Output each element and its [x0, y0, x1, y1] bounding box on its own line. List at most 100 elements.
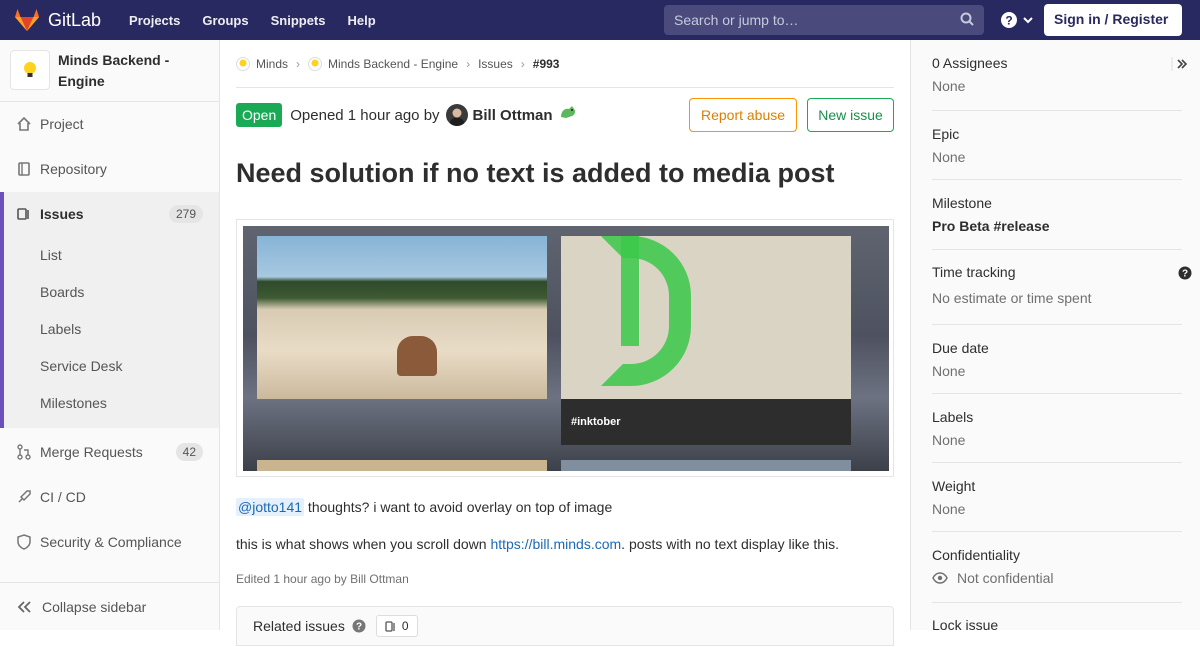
sidebar-item-label: CI / CD — [40, 489, 86, 505]
sidebar-item-ci-cd[interactable]: CI / CD — [0, 475, 219, 519]
assignees-block: 0 Assignees None — [932, 55, 1188, 111]
confidentiality-block: Confidentiality Not confidential — [932, 547, 1182, 603]
sidebar-subitem-boards[interactable]: Boards — [4, 273, 219, 310]
sidebar-subitem-milestones[interactable]: Milestones — [4, 384, 219, 421]
sidebar-item-label: Repository — [40, 161, 107, 177]
status-badge: Open — [236, 103, 283, 127]
eye-icon — [932, 572, 948, 584]
time-tracking-block: Time tracking No estimate or time spent … — [932, 264, 1192, 325]
report-abuse-button[interactable]: Report abuse — [689, 98, 797, 132]
gitlab-fox-icon — [15, 9, 39, 31]
question-icon[interactable]: ? — [352, 619, 366, 633]
breadcrumb: Minds › Minds Backend - Engine › Issues … — [236, 40, 894, 88]
new-issue-button[interactable]: New issue — [807, 98, 894, 132]
project-avatar-icon — [308, 56, 323, 71]
dragon-icon — [560, 106, 575, 118]
project-header[interactable]: Minds Backend - Engine — [0, 40, 219, 102]
sidebar-item-label: Security & Compliance — [40, 534, 182, 550]
breadcrumb-project[interactable]: Minds Backend - Engine — [328, 57, 458, 71]
nav-projects[interactable]: Projects — [129, 13, 180, 28]
attached-screenshot[interactable]: #inktober — [236, 219, 894, 477]
book-icon — [18, 162, 30, 176]
nav-help[interactable]: Help — [348, 13, 376, 28]
top-navbar: GitLab Projects Groups Snippets Help Sea… — [0, 0, 1200, 40]
author-avatar[interactable] — [445, 104, 468, 126]
sketch-photo — [561, 236, 851, 409]
sidebar-subitem-list[interactable]: List — [4, 236, 219, 273]
issues-count-badge: 279 — [168, 205, 203, 223]
epic-label: Epic — [932, 126, 960, 142]
question-icon[interactable]: ? — [1178, 266, 1192, 280]
project-avatar — [10, 50, 50, 90]
assignees-value: None — [932, 78, 966, 94]
user-mention[interactable]: @jotto141 — [236, 498, 305, 516]
merge-request-icon — [17, 444, 31, 460]
description-text: . posts with no text display like this. — [621, 536, 840, 552]
issue-title: Need solution if no text is added to med… — [236, 158, 835, 188]
description-line-2: this is what shows when you scroll down … — [236, 536, 839, 552]
screenshot-image: #inktober — [243, 226, 889, 471]
shield-icon — [17, 534, 31, 550]
issue-main: Minds › Minds Backend - Engine › Issues … — [236, 40, 894, 646]
sidebar-item-merge-requests[interactable]: Merge Requests 42 — [0, 430, 219, 474]
author-name[interactable]: Bill Ottman — [473, 107, 553, 124]
question-icon: ? — [1001, 12, 1017, 28]
confidentiality-value: Not confidential — [932, 570, 1182, 586]
gitlab-logo[interactable]: GitLab — [14, 8, 101, 32]
sidebar-item-repository[interactable]: Repository — [0, 147, 219, 191]
svg-text:?: ? — [1182, 269, 1188, 280]
milestone-value[interactable]: Pro Beta #release — [932, 218, 1182, 234]
double-chevron-right-icon[interactable] — [1170, 57, 1190, 71]
confidentiality-label: Confidentiality — [932, 547, 1020, 563]
svg-text:?: ? — [356, 622, 362, 633]
issue-header-bar: Open Opened 1 hour ago by Bill Ottman Re… — [236, 98, 894, 132]
weight-label: Weight — [932, 478, 976, 494]
nav-snippets[interactable]: Snippets — [271, 13, 326, 28]
edited-note: Edited 1 hour ago by Bill Ottman — [236, 572, 409, 586]
double-chevron-left-icon — [17, 600, 31, 613]
issue-meta: Opened 1 hour ago by Bill Ottman — [290, 104, 577, 126]
labels-value: None — [932, 432, 966, 448]
description-text: thoughts? i want to avoid overlay on top… — [304, 499, 613, 515]
related-issues-header: Related issues ? 0 — [236, 606, 894, 646]
screenshot-caption: #inktober — [561, 399, 851, 445]
sidebar-item-label: Merge Requests — [40, 444, 143, 460]
project-name: Minds Backend - Engine — [58, 52, 170, 89]
sidebar-subitem-service-desk[interactable]: Service Desk — [4, 347, 219, 384]
sign-in-button[interactable]: Sign in / Register — [1044, 4, 1182, 36]
left-sidebar: Minds Backend - Engine Project Repositor… — [0, 40, 220, 630]
nav-groups[interactable]: Groups — [202, 13, 248, 28]
help-dropdown[interactable]: ? — [1000, 11, 1034, 29]
sidebar-item-label: Issues — [40, 206, 84, 222]
lightbulb-icon — [24, 62, 36, 77]
issues-icon — [17, 208, 29, 220]
related-issues-count: 0 — [375, 615, 418, 637]
svg-text:?: ? — [1005, 14, 1012, 28]
related-issues-label: Related issues — [253, 618, 345, 634]
related-count-value: 0 — [401, 619, 409, 633]
breadcrumb-issues[interactable]: Issues — [478, 57, 513, 71]
sidebar-subitem-labels[interactable]: Labels — [4, 310, 219, 347]
weight-block: Weight None — [932, 478, 1182, 532]
breadcrumb-current[interactable]: #993 — [533, 57, 560, 71]
minds-link[interactable]: https://bill.minds.com — [490, 536, 621, 552]
beach-photo — [257, 236, 547, 399]
breadcrumb-minds[interactable]: Minds — [256, 57, 288, 71]
sidebar-item-issues[interactable]: Issues 279 — [4, 192, 219, 236]
confidentiality-text: Not confidential — [957, 570, 1054, 586]
sidebar-item-security[interactable]: Security & Compliance — [0, 520, 219, 564]
lock-issue-label: Lock issue — [932, 617, 999, 633]
issues-icon — [385, 621, 395, 632]
due-date-label: Due date — [932, 340, 989, 356]
lock-issue-block: Lock issue — [932, 617, 1182, 647]
search-icon — [960, 12, 974, 26]
minds-avatar-icon — [236, 56, 250, 71]
due-date-block: Due date None — [932, 340, 1182, 394]
weight-value: None — [932, 501, 966, 517]
rocket-icon — [18, 490, 31, 503]
sidebar-item-label: Project — [40, 116, 84, 132]
sidebar-item-project[interactable]: Project — [0, 102, 219, 146]
search-input[interactable]: Search or jump to… — [664, 5, 984, 35]
home-icon — [17, 116, 31, 131]
collapse-sidebar-button[interactable]: Collapse sidebar — [0, 582, 219, 630]
